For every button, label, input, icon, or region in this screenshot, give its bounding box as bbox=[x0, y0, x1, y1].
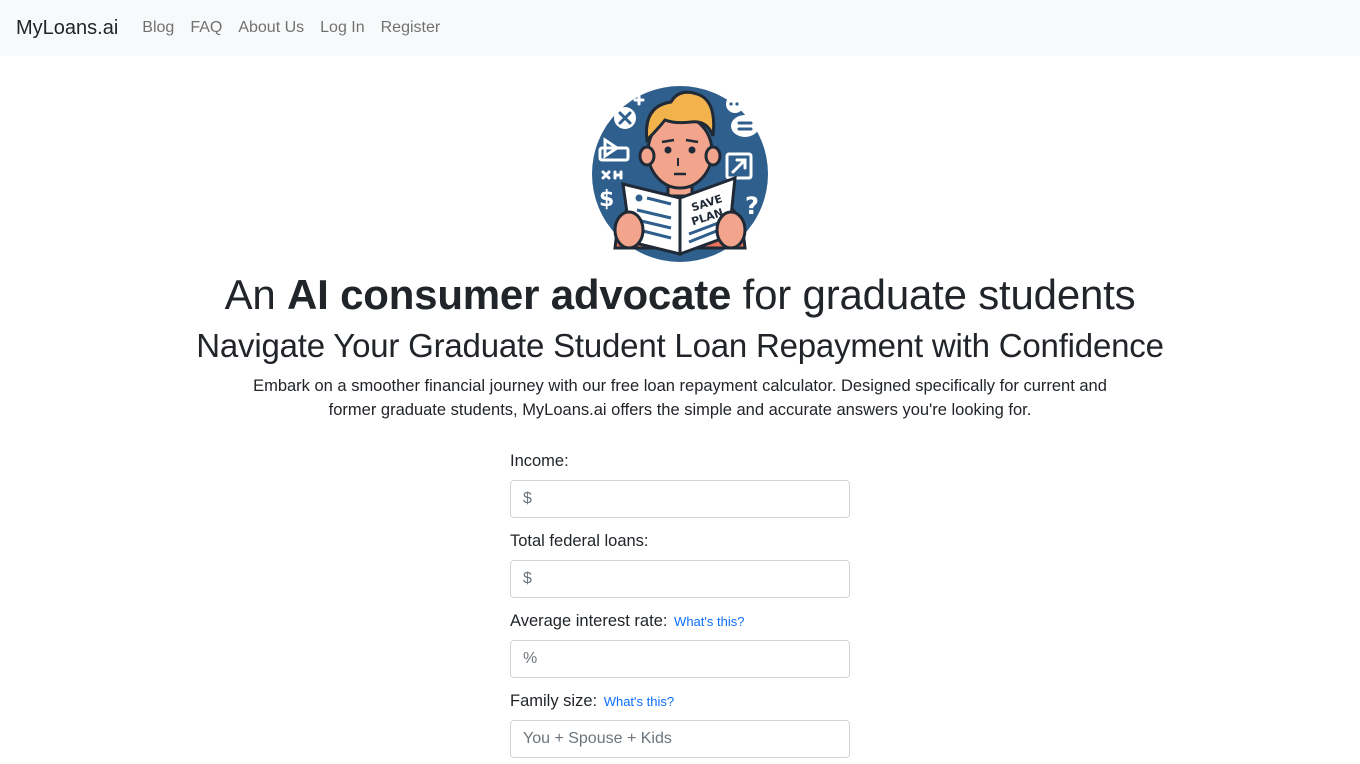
nav-link-register[interactable]: Register bbox=[373, 19, 449, 37]
nav-links: Blog FAQ About Us Log In Register bbox=[134, 19, 448, 37]
navbar: MyLoans.ai Blog FAQ About Us Log In Regi… bbox=[0, 0, 1360, 56]
family-size-group: Family size: What's this? bbox=[510, 692, 850, 758]
hero-section: $ ? SAVE PLAN An AI consumer advocate fo… bbox=[0, 56, 1360, 764]
intro-line-2: former graduate students, MyLoans.ai off… bbox=[328, 400, 1032, 419]
income-input[interactable] bbox=[510, 479, 850, 518]
svg-text:$: $ bbox=[599, 187, 614, 212]
federal-loans-group: Total federal loans: bbox=[510, 532, 850, 598]
left-hand bbox=[613, 210, 645, 250]
nav-link-about-us[interactable]: About Us bbox=[230, 19, 312, 37]
interest-rate-group: Average interest rate: What's this? bbox=[510, 612, 850, 678]
intro-paragraph: Embark on a smoother financial journey w… bbox=[245, 374, 1115, 422]
headline-prefix: An bbox=[224, 271, 288, 318]
nav-link-log-in[interactable]: Log In bbox=[312, 19, 372, 37]
nav-link-faq[interactable]: FAQ bbox=[182, 19, 230, 37]
brand-logo-link[interactable]: MyLoans.ai bbox=[16, 17, 118, 40]
interest-rate-label: Average interest rate: bbox=[510, 611, 668, 630]
family-size-input[interactable] bbox=[510, 719, 850, 758]
student-reading-illustration: $ ? SAVE PLAN bbox=[592, 86, 768, 262]
headline-suffix: for graduate students bbox=[731, 271, 1136, 318]
federal-loans-label: Total federal loans: bbox=[510, 531, 649, 550]
page-subheadline: Navigate Your Graduate Student Loan Repa… bbox=[196, 327, 1164, 365]
federal-loans-input[interactable] bbox=[510, 559, 850, 598]
income-group: Income: bbox=[510, 452, 850, 518]
interest-rate-label-row: Average interest rate: What's this? bbox=[510, 612, 850, 631]
intro-line-1: Embark on a smoother financial journey w… bbox=[253, 376, 1107, 395]
interest-rate-input[interactable] bbox=[510, 639, 850, 678]
family-size-label: Family size: bbox=[510, 691, 598, 710]
income-label: Income: bbox=[510, 451, 569, 470]
headline-bold: AI consumer advocate bbox=[287, 271, 732, 318]
page-headline: An AI consumer advocate for graduate stu… bbox=[225, 270, 1136, 320]
svg-text:?: ? bbox=[745, 192, 759, 220]
interest-rate-help-link[interactable]: What's this? bbox=[674, 614, 744, 629]
hero-illustration: $ ? SAVE PLAN bbox=[585, 80, 775, 262]
right-hand bbox=[715, 210, 747, 250]
nav-link-blog[interactable]: Blog bbox=[134, 19, 182, 37]
family-size-help-link[interactable]: What's this? bbox=[604, 694, 674, 709]
loan-calculator-form: Income: Total federal loans: Average int… bbox=[510, 452, 850, 764]
family-size-label-row: Family size: What's this? bbox=[510, 692, 850, 711]
